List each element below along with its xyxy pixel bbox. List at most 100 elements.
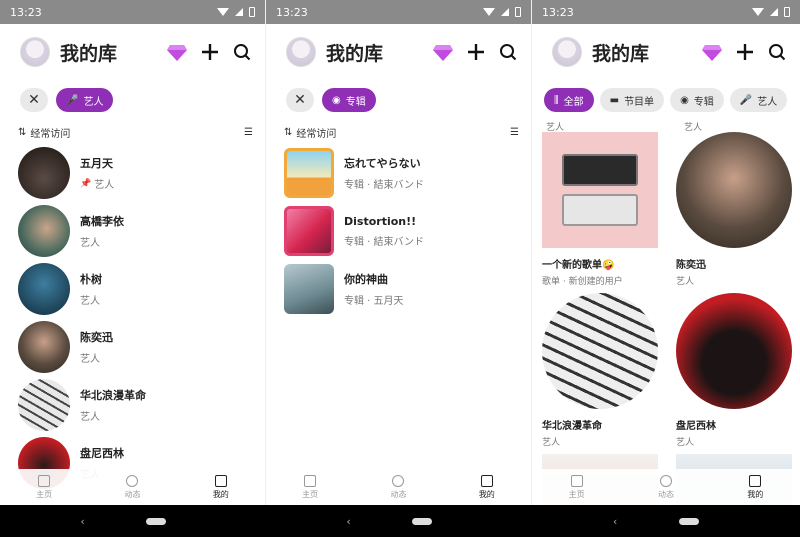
home-pill-icon[interactable]: [411, 517, 432, 525]
artist-image: [676, 293, 792, 409]
item-name: 朴树: [80, 273, 102, 286]
search-icon[interactable]: [768, 43, 786, 61]
artist-image: [18, 147, 70, 199]
item-name: 忘れてやらない: [344, 157, 421, 170]
clear-filter-button[interactable]: ✕: [20, 88, 48, 112]
status-bar: 13:23: [266, 0, 531, 24]
signal-icon: [501, 8, 509, 16]
grid-item[interactable]: 华北浪漫革命 艺人: [542, 293, 658, 448]
tab-label: 动态: [124, 489, 141, 499]
music-note-icon: [570, 474, 583, 487]
gem-icon[interactable]: [433, 43, 453, 61]
back-icon[interactable]: ‹: [613, 515, 617, 528]
waveform-icon: ⫼: [554, 94, 559, 106]
tab-label: 主页: [302, 489, 319, 499]
tab-library[interactable]: 我的: [479, 474, 495, 500]
list-item[interactable]: 朴树 艺人: [0, 260, 265, 318]
clear-filter-button[interactable]: ✕: [286, 88, 314, 112]
list-item[interactable]: 你的神曲 专辑 · 五月天: [266, 260, 531, 318]
add-icon[interactable]: [467, 43, 485, 61]
chip-label: 节目单: [624, 96, 655, 108]
item-sub: 艺人: [80, 296, 100, 307]
compass-icon: [392, 474, 405, 487]
sort-icon: ⇅: [284, 126, 293, 138]
tab-home[interactable]: 主页: [36, 474, 52, 500]
item-sub: 艺人: [80, 412, 100, 423]
list-item[interactable]: 忘れてやらない 专辑 · 結束バンド: [266, 144, 531, 202]
item-name: Distortion!!: [344, 214, 417, 228]
search-icon[interactable]: [499, 43, 517, 61]
mic-icon: 🎤: [66, 94, 79, 106]
system-nav-bar: ‹ ‹ ‹: [0, 505, 800, 537]
status-time: 13:23: [10, 5, 42, 19]
back-icon[interactable]: ‹: [80, 515, 84, 528]
avatar[interactable]: [20, 37, 50, 67]
grid-item[interactable]: 盘尼西林 艺人: [676, 293, 792, 448]
disc-icon: ◉: [680, 94, 689, 106]
library-icon: [214, 474, 227, 487]
tab-feed[interactable]: 动态: [390, 474, 406, 500]
filter-chip-artists[interactable]: 🎤 艺人: [56, 88, 114, 112]
add-icon[interactable]: [201, 43, 219, 61]
item-name: 盘尼西林: [676, 421, 716, 432]
gem-icon[interactable]: [702, 43, 722, 61]
sort-button[interactable]: ⇅ 经常访问: [18, 125, 70, 140]
library-icon: [480, 474, 493, 487]
back-icon[interactable]: ‹: [346, 515, 350, 528]
avatar[interactable]: [286, 37, 316, 67]
filter-chip-playlists[interactable]: ▬ 节目单: [599, 88, 665, 112]
tab-home[interactable]: 主页: [302, 474, 319, 500]
list-view-icon[interactable]: ☰: [510, 127, 519, 138]
artist-image: [18, 263, 70, 315]
item-name: 高橋李依: [80, 215, 124, 228]
tab-library[interactable]: 我的: [212, 474, 229, 500]
grid-item[interactable]: 一个新的歌单🤪 歌单 · 新创建的用户: [542, 132, 658, 287]
gem-icon[interactable]: [167, 43, 187, 61]
phone-panel-all: 13:23 我的库 ⫼ 全部 ▬ 节目单 ◉ 专辑 🎤 艺人 艺人 艺人 一个新…: [532, 0, 800, 505]
bottom-tab-bar: 主页 动态 我的: [532, 469, 800, 505]
item-sub: 专辑 · 五月天: [344, 296, 404, 307]
battery-icon: [249, 7, 255, 17]
sort-button[interactable]: ⇅ 经常访问: [284, 125, 336, 140]
album-cover: [284, 206, 334, 256]
item-sub: 艺人: [80, 238, 100, 249]
home-pill-icon[interactable]: [679, 517, 700, 525]
artist-image: [542, 293, 658, 409]
tab-home[interactable]: 主页: [569, 474, 585, 500]
cassette-icon: [562, 194, 638, 226]
compass-icon: [126, 474, 139, 487]
filter-chip-albums[interactable]: ◉ 专辑: [322, 88, 376, 112]
filter-chip-all[interactable]: ⫼ 全部: [544, 88, 594, 112]
add-icon[interactable]: [736, 43, 754, 61]
item-name: 陈奕迅: [80, 331, 113, 344]
home-pill-icon[interactable]: [145, 517, 166, 525]
list-item[interactable]: Distortion!! 专辑 · 結束バンド: [266, 202, 531, 260]
pin-icon: 📌: [80, 178, 92, 189]
tab-feed[interactable]: 动态: [658, 474, 674, 500]
tab-label: 我的: [212, 489, 229, 499]
avatar[interactable]: [552, 37, 582, 67]
tab-library[interactable]: 我的: [747, 474, 763, 500]
tab-feed[interactable]: 动态: [124, 474, 141, 500]
playlist-cover: [542, 132, 658, 248]
item-sub: 艺人: [676, 438, 695, 448]
list-item[interactable]: 华北浪漫革命 艺人: [0, 376, 265, 434]
list-view-icon[interactable]: ☰: [244, 127, 253, 138]
item-sub: 艺人: [676, 277, 695, 287]
item-sub: 艺人: [542, 438, 561, 448]
filter-chip-albums[interactable]: ◉ 专辑: [670, 88, 724, 112]
page-title: 我的库: [326, 42, 384, 65]
item-sub: 艺人: [80, 354, 100, 365]
search-icon[interactable]: [233, 43, 251, 61]
bottom-tab-bar: 主页 动态 我的: [266, 469, 531, 505]
grid-item[interactable]: 陈奕迅 艺人: [676, 132, 792, 287]
item-name: 陈奕迅: [676, 260, 706, 271]
list-item[interactable]: 五月天 📌 艺人: [0, 144, 265, 202]
sort-label: 经常访问: [296, 128, 337, 140]
filter-chip-artists[interactable]: 🎤 艺人: [729, 88, 788, 112]
page-title: 我的库: [592, 42, 650, 65]
artist-image: [18, 379, 70, 431]
list-item[interactable]: 高橋李依 艺人: [0, 202, 265, 260]
battery-icon: [784, 7, 790, 17]
list-item[interactable]: 陈奕迅 艺人: [0, 318, 265, 376]
